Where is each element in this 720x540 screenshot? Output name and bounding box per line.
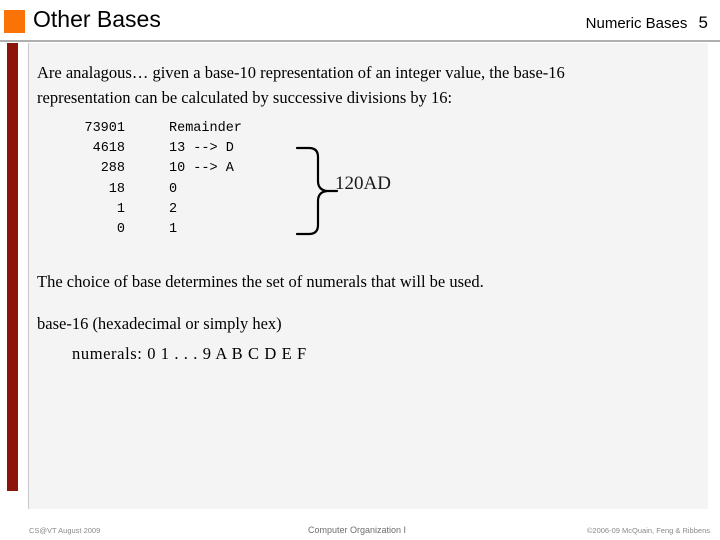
table-row: 1 2 <box>43 200 319 220</box>
title-bullet-icon <box>4 10 25 33</box>
quotient-cell: 4618 <box>92 141 125 157</box>
division-table: 73901 Remainder 4618 13 --> D 288 10 -->… <box>43 119 319 240</box>
left-accent-bar <box>7 43 18 491</box>
footer-copyright-label: ©2006-09 McQuain, Feng & Ribbens <box>586 526 710 535</box>
quotient-cell: 288 <box>100 161 125 177</box>
slide-footer: CS@VT August 2009 Computer Organization … <box>0 520 720 540</box>
quotient-cell: 73901 <box>84 121 125 136</box>
curly-brace-icon <box>295 146 339 236</box>
result-value-label: 120AD <box>335 173 391 194</box>
numerals-list: numerals: 0 1 . . . 9 A B C D E F <box>72 344 307 363</box>
header-unit-info: Numeric Bases 5 <box>586 13 708 33</box>
choice-of-base-text: The choice of base determines the set of… <box>37 272 484 291</box>
slide-header: Other Bases Numeric Bases 5 <box>0 0 720 40</box>
footer-source-label: CS@VT August 2009 <box>29 526 101 535</box>
quotient-cell: 0 <box>116 222 125 238</box>
table-row: 4618 13 --> D <box>43 139 319 159</box>
header-divider <box>0 40 720 42</box>
page-title: Other Bases <box>33 6 161 32</box>
quotient-cell: 18 <box>108 181 125 197</box>
table-row: 288 10 --> A <box>43 159 319 179</box>
remainder-header-cell: Remainder <box>169 121 242 136</box>
table-row: 0 1 <box>43 220 319 240</box>
table-row: 73901 Remainder <box>43 119 319 139</box>
unit-name-label: Numeric Bases <box>585 15 688 32</box>
table-row: 18 0 <box>43 180 319 200</box>
slide-number-label: 5 <box>698 13 708 32</box>
footer-course-label: Computer Organization I <box>308 525 407 535</box>
quotient-cell: 1 <box>116 201 125 217</box>
result-annotation: 120AD <box>291 145 421 237</box>
slide-content-panel: Are analagous… given a base-10 represent… <box>28 43 708 509</box>
intro-paragraph: Are analagous… given a base-10 represent… <box>37 63 565 107</box>
base16-heading: base-16 (hexadecimal or simply hex) <box>37 314 282 333</box>
